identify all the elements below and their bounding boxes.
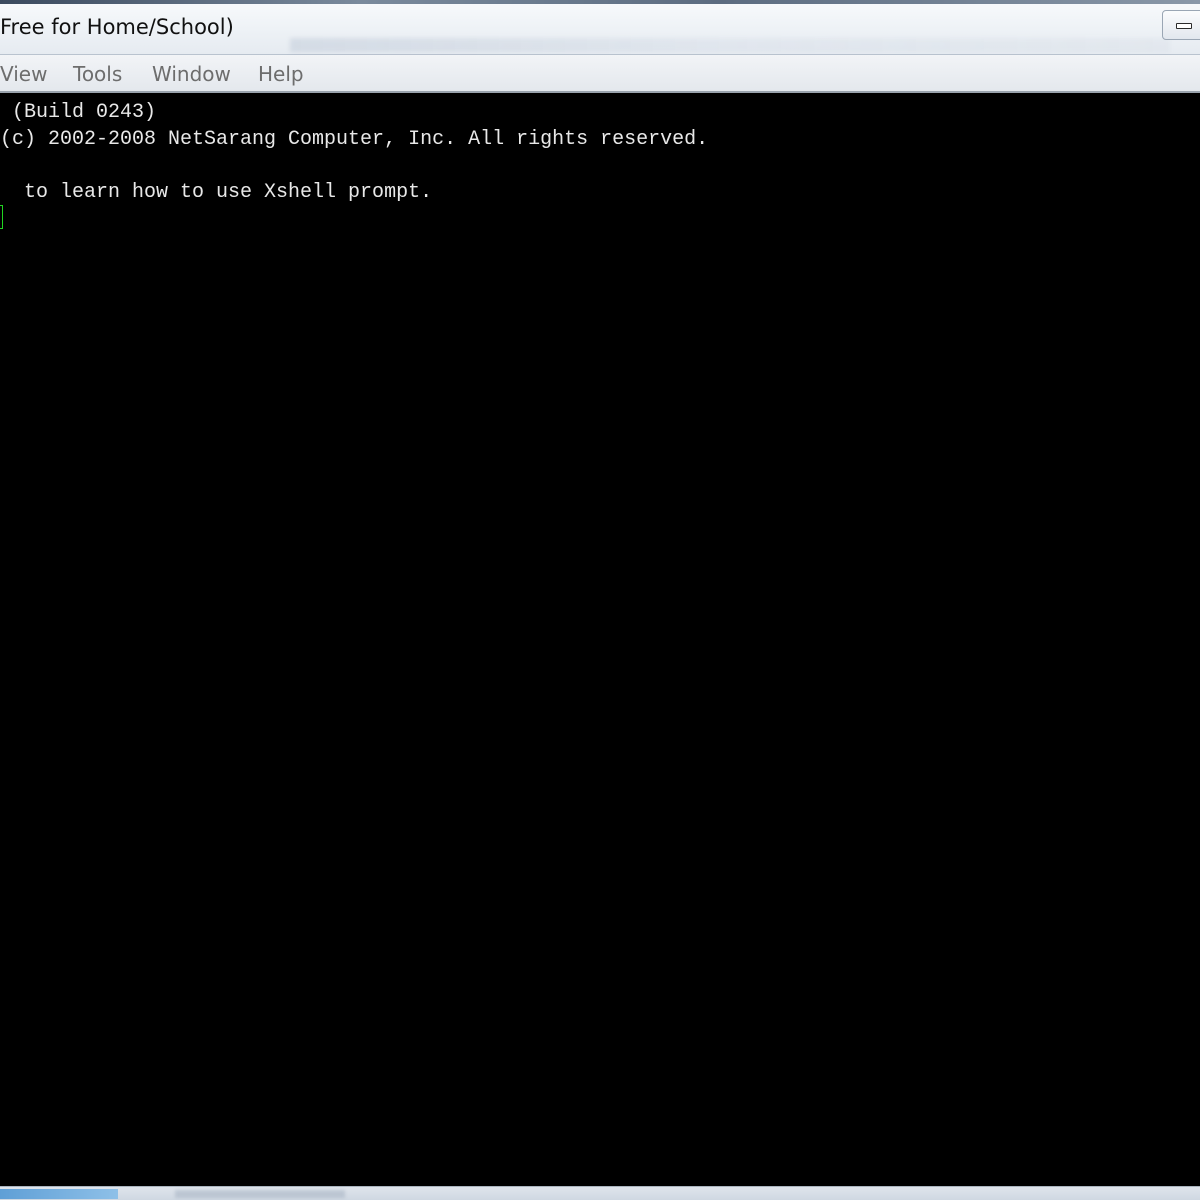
menu-item-help[interactable]: Help [258,62,304,86]
minimize-icon [1176,23,1192,29]
menu-item-view[interactable]: View [0,62,47,86]
xshell-window: Free for Home/School) View Tools Window … [0,0,1200,1200]
terminal-line-build: (Build 0243) [0,101,157,124]
menu-item-tools[interactable]: Tools [73,62,122,86]
terminal-area[interactable]: (Build 0243) (c) 2002-2008 NetSarang Com… [0,94,1200,1186]
title-blur-overlay [290,38,1170,52]
menu-item-window[interactable]: Window [152,62,231,86]
terminal-line-help: to learn how to use Xshell prompt. [0,181,433,204]
menu-bar: View Tools Window Help [0,55,1200,93]
status-progress-segment [0,1189,118,1199]
terminal-cursor [0,205,3,229]
minimize-button[interactable] [1162,10,1200,40]
window-title: Free for Home/School) [0,15,234,39]
status-blur-text [175,1190,345,1198]
title-bar[interactable]: Free for Home/School) [0,4,1200,55]
terminal-line-copyright: (c) 2002-2008 NetSarang Computer, Inc. A… [0,128,709,151]
status-bar [0,1186,1200,1200]
